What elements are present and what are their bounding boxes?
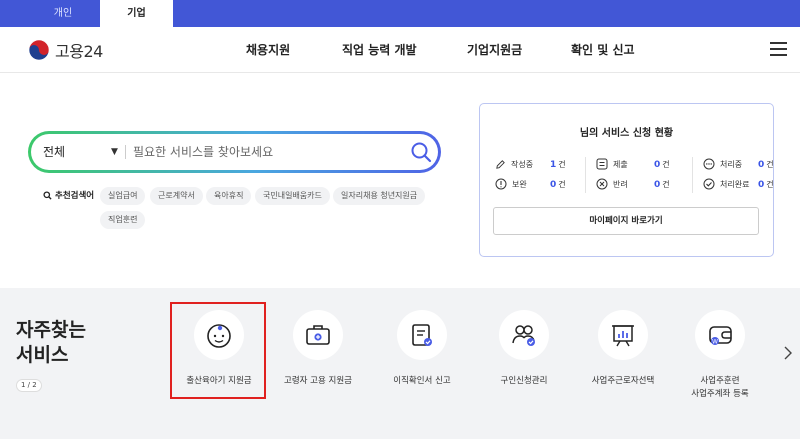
service-employer-worker-selection[interactable]: 사업주근로자선택	[573, 310, 673, 388]
nav-item-confirm-report[interactable]: 확인 및 신고	[571, 27, 635, 73]
x-circle-icon	[596, 178, 608, 190]
status-panel-title: 님의 서비스 신청 현황	[579, 128, 674, 139]
check-circle-icon	[703, 178, 715, 190]
status-item-rejected[interactable]: 반려 0건	[596, 177, 670, 191]
taegeuk-logo-icon	[28, 39, 50, 61]
top-tab-bar: 개인 기업	[0, 0, 800, 27]
keyword-chip[interactable]: 실업급여	[100, 187, 146, 205]
keyword-chip[interactable]: 육아휴직	[206, 187, 252, 205]
status-divider	[585, 157, 586, 193]
status-item-supplement[interactable]: 보완 0건	[495, 177, 566, 191]
keyword-chip[interactable]: 근로계약서	[150, 187, 203, 205]
dropdown-arrow-icon[interactable]: ▼	[111, 134, 118, 170]
mypage-button[interactable]: 마이페이지 바로가기	[493, 207, 759, 235]
frequent-services-section: 자주찾는 서비스 1 / 2 출산육아기 지원금 고령자 고용 지원금 이직확인…	[0, 288, 800, 439]
search-input[interactable]	[133, 141, 393, 163]
presentation-board-icon	[612, 325, 634, 347]
chevron-right-icon[interactable]	[783, 346, 793, 360]
keyword-chip[interactable]: 직업훈련	[100, 211, 146, 229]
wallet-icon: W	[709, 326, 732, 345]
tab-personal[interactable]: 개인	[28, 0, 98, 27]
tab-business[interactable]: 기업	[100, 0, 173, 27]
people-check-icon	[512, 325, 535, 346]
recommended-keywords-label: 추천검색어	[43, 189, 94, 201]
frequent-services-title: 자주찾는 서비스	[16, 319, 86, 366]
briefcase-plus-icon	[306, 325, 330, 345]
hamburger-menu-icon[interactable]	[770, 42, 787, 56]
carousel-pager: 1 / 2	[16, 379, 42, 392]
service-elderly-employment-subsidy[interactable]: 고령자 고용 지원금	[268, 310, 368, 388]
status-divider	[692, 157, 693, 193]
nav-item-recruit[interactable]: 채용지원	[246, 27, 290, 73]
logo[interactable]: 고용24	[28, 37, 103, 63]
search-divider	[125, 145, 126, 159]
highlight-box	[170, 302, 266, 399]
service-job-change-report[interactable]: 이직확인서 신고	[372, 310, 472, 388]
logo-text: 고용24	[55, 42, 103, 61]
svg-text:W: W	[712, 338, 718, 345]
site-header: 고용24 채용지원 직업 능력 개발 기업지원금 확인 및 신고	[0, 27, 800, 73]
search-scope-select[interactable]: 전체	[43, 134, 65, 170]
search-small-icon	[43, 190, 52, 200]
nav-item-subsidy[interactable]: 기업지원금	[467, 27, 522, 73]
status-item-processing[interactable]: 처리중 0건	[703, 157, 774, 171]
search-icon[interactable]	[409, 140, 433, 164]
dots-circle-icon	[703, 158, 715, 170]
exclamation-circle-icon	[495, 178, 507, 190]
status-item-completed[interactable]: 처리완료 0건	[703, 177, 774, 191]
nav-item-training[interactable]: 직업 능력 개발	[342, 27, 417, 73]
keyword-chip[interactable]: 일자리채용 청년지원금	[333, 187, 426, 205]
service-recruitment-management[interactable]: 구인신청관리	[474, 310, 574, 388]
search-bar: 전체 ▼	[28, 131, 441, 173]
service-employer-training-account[interactable]: W 사업주훈련 사업주계좌 등록	[670, 310, 770, 401]
status-item-submitted[interactable]: 제출 0건	[596, 157, 670, 171]
form-icon	[596, 158, 608, 170]
status-item-writing[interactable]: 작성중 1건	[495, 157, 566, 171]
keyword-chip[interactable]: 국민내일배움카드	[255, 187, 330, 205]
pencil-icon	[496, 159, 505, 169]
document-check-icon	[412, 324, 432, 346]
